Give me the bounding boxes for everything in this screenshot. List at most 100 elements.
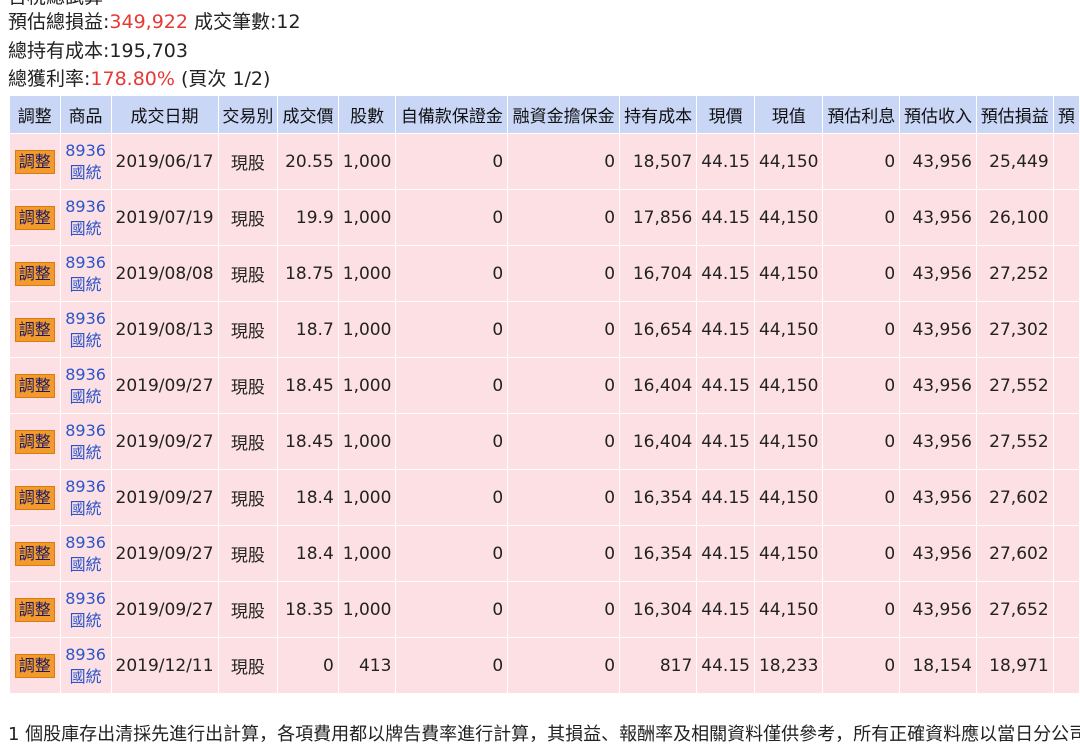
- interest-cell: 0: [822, 469, 901, 526]
- own-margin-cell: 0: [395, 469, 509, 526]
- interest-cell: 0: [822, 189, 901, 246]
- adjust-cell: 調整: [9, 413, 61, 470]
- summary-cost-line: 總持有成本:195,703: [8, 40, 188, 62]
- column-header: 預估損益: [975, 95, 1054, 134]
- adjust-button[interactable]: 調整: [14, 373, 55, 398]
- est-pnl-cell: 27,602: [975, 469, 1054, 526]
- shares-cell: 1,000: [337, 357, 397, 414]
- income-cell: 43,956: [899, 189, 977, 246]
- adjust-button[interactable]: 調整: [14, 317, 55, 342]
- product-code: 8936: [65, 532, 106, 552]
- product-link[interactable]: 8936 國統: [65, 420, 107, 464]
- date-cell: 2019/08/08: [110, 245, 219, 302]
- product-name: 國統: [69, 162, 102, 182]
- price-cell: 18.45: [277, 357, 339, 414]
- current-value-cell: 44,150: [753, 189, 824, 246]
- est-pnl-cell: 26,100: [975, 189, 1054, 246]
- total-return-value: 178.80%: [90, 68, 175, 90]
- income-cell: 43,956: [899, 245, 977, 302]
- current-price-cell: 44.15: [696, 133, 755, 190]
- type-cell: 現股: [217, 637, 279, 694]
- product-link[interactable]: 8936 國統: [65, 532, 107, 576]
- product-name: 國統: [69, 330, 102, 350]
- interest-cell: 0: [822, 357, 901, 414]
- type-cell: 現股: [217, 581, 279, 638]
- current-value-cell: 44,150: [753, 469, 824, 526]
- table-row: 調整 8936 國統 2019/07/19 現股 19.9 1,000 0 0 17,856 44.…: [9, 189, 1080, 246]
- shares-cell: 1,000: [337, 133, 397, 190]
- product-link[interactable]: 8936 國統: [65, 196, 107, 240]
- loan-margin-cell: 0: [507, 301, 621, 358]
- adjust-button[interactable]: 調整: [14, 541, 55, 566]
- column-header: 成交價: [277, 95, 339, 134]
- income-cell: 43,956: [899, 301, 977, 358]
- product-code: 8936: [65, 420, 106, 440]
- loan-margin-cell: 0: [507, 245, 621, 302]
- product-link[interactable]: 8936 國統: [65, 308, 107, 352]
- adjust-button[interactable]: 調整: [14, 653, 55, 678]
- est-profit-label: 預估總損益:: [8, 11, 110, 33]
- price-cell: 18.75: [277, 245, 339, 302]
- product-cell: 8936 國統: [59, 245, 112, 302]
- product-name: 國統: [69, 554, 102, 574]
- interest-cell: 0: [822, 301, 901, 358]
- truncated-cell: [1052, 189, 1080, 246]
- product-name: 國統: [69, 218, 102, 238]
- loan-margin-cell: 0: [507, 525, 621, 582]
- column-header: 預估收入: [899, 95, 977, 134]
- truncated-cell: [1052, 301, 1080, 358]
- column-header: 現值: [753, 95, 824, 134]
- price-cell: 0: [277, 637, 339, 694]
- interest-cell: 0: [822, 581, 901, 638]
- product-link[interactable]: 8936 國統: [65, 644, 107, 688]
- cost-cell: 16,304: [619, 581, 698, 638]
- table-row: 調整 8936 國統 2019/09/27 現股 18.4 1,000 0 0 16,354 44.…: [9, 469, 1080, 526]
- product-name: 國統: [69, 442, 102, 462]
- adjust-button[interactable]: 調整: [14, 205, 55, 230]
- price-cell: 18.45: [277, 413, 339, 470]
- truncated-cell: [1052, 357, 1080, 414]
- cost-cell: 16,654: [619, 301, 698, 358]
- loan-margin-cell: 0: [507, 357, 621, 414]
- table-row: 調整 8936 國統 2019/09/27 現股 18.4 1,000 0 0 16,354 44.…: [9, 525, 1080, 582]
- loan-margin-cell: 0: [507, 637, 621, 694]
- price-cell: 19.9: [277, 189, 339, 246]
- income-cell: 18,154: [899, 637, 977, 694]
- cost-cell: 17,856: [619, 189, 698, 246]
- product-link[interactable]: 8936 國統: [65, 588, 107, 632]
- column-header: 預: [1052, 95, 1080, 134]
- product-cell: 8936 國統: [59, 581, 112, 638]
- adjust-button[interactable]: 調整: [14, 485, 55, 510]
- adjust-cell: 調整: [9, 637, 61, 694]
- product-cell: 8936 國統: [59, 189, 112, 246]
- product-link[interactable]: 8936 國統: [65, 140, 107, 184]
- own-margin-cell: 0: [395, 301, 509, 358]
- product-cell: 8936 國統: [59, 133, 112, 190]
- adjust-button[interactable]: 調整: [14, 429, 55, 454]
- product-link[interactable]: 8936 國統: [65, 476, 107, 520]
- own-margin-cell: 0: [395, 189, 509, 246]
- date-cell: 2019/09/27: [110, 357, 219, 414]
- date-cell: 2019/12/11: [110, 637, 219, 694]
- product-link[interactable]: 8936 國統: [65, 252, 107, 296]
- current-price-cell: 44.15: [696, 637, 755, 694]
- interest-cell: 0: [822, 637, 901, 694]
- column-header: 預估利息: [822, 95, 901, 134]
- adjust-button[interactable]: 調整: [14, 149, 55, 174]
- adjust-button[interactable]: 調整: [14, 597, 55, 622]
- est-pnl-cell: 27,652: [975, 581, 1054, 638]
- shares-cell: 1,000: [337, 413, 397, 470]
- price-cell: 18.35: [277, 581, 339, 638]
- product-cell: 8936 國統: [59, 637, 112, 694]
- adjust-button[interactable]: 調整: [14, 261, 55, 286]
- column-header: 商品: [59, 95, 112, 134]
- trade-count: 成交筆數:12: [187, 11, 301, 33]
- shares-cell: 1,000: [337, 189, 397, 246]
- table-row: 調整 8936 國統 2019/08/08 現股 18.75 1,000 0 0 16,704 44…: [9, 245, 1080, 302]
- product-code: 8936: [65, 476, 106, 496]
- est-pnl-cell: 18,971: [975, 637, 1054, 694]
- product-link[interactable]: 8936 國統: [65, 364, 107, 408]
- table-body: 調整 8936 國統 2019/06/17 現股 20.55 1,000 0 0 18,507 44…: [9, 133, 1080, 694]
- product-code: 8936: [65, 364, 106, 384]
- adjust-cell: 調整: [9, 189, 61, 246]
